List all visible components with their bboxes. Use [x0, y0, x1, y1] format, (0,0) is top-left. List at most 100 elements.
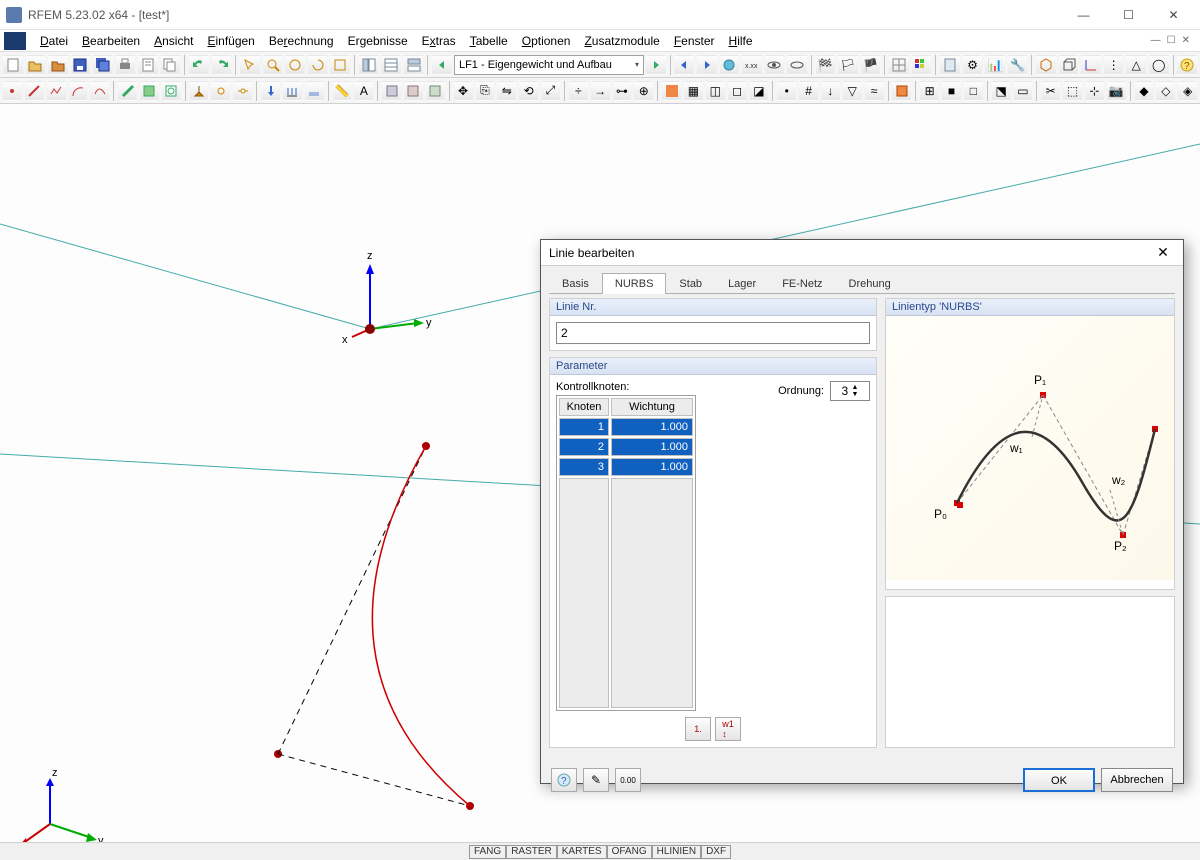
show-sup-icon[interactable]: ▽	[843, 81, 862, 101]
kontroll-table[interactable]: Knoten Wichtung 11.000 21.000 31.000	[556, 395, 696, 711]
sel-none-icon[interactable]: ◻	[728, 81, 747, 101]
tool-icon[interactable]: 🔧	[1008, 55, 1028, 75]
status-ofang[interactable]: OFANG	[607, 845, 652, 859]
surface-icon[interactable]	[140, 81, 159, 101]
clip-icon[interactable]: ✂	[1041, 81, 1060, 101]
new-icon[interactable]	[3, 55, 23, 75]
close-button[interactable]: ✕	[1151, 1, 1196, 29]
flag3-icon[interactable]: 🏴	[861, 55, 881, 75]
render-icon[interactable]	[892, 81, 911, 101]
cancel-button[interactable]: Abbrechen	[1101, 768, 1173, 792]
polyline-icon[interactable]	[47, 81, 66, 101]
tab-basis[interactable]: Basis	[549, 273, 602, 294]
next-icon[interactable]	[646, 55, 666, 75]
color-icon[interactable]	[912, 55, 932, 75]
help-icon[interactable]: ?	[1177, 55, 1197, 75]
menu-zusatzmodule[interactable]: Zusatzmodule	[578, 32, 665, 50]
globe-icon[interactable]	[720, 55, 740, 75]
solid-icon[interactable]: ■	[942, 81, 961, 101]
member-icon[interactable]	[118, 81, 137, 101]
status-raster[interactable]: RASTER	[506, 845, 557, 859]
menu-bearbeiten[interactable]: Bearbeiten	[76, 32, 146, 50]
report-icon[interactable]	[138, 55, 158, 75]
cam-icon[interactable]: 📷	[1107, 81, 1126, 101]
misc1-icon[interactable]: ◆	[1135, 81, 1154, 101]
prev2-icon[interactable]	[674, 55, 694, 75]
show-num-icon[interactable]: #	[799, 81, 818, 101]
ok-button[interactable]: OK	[1023, 768, 1095, 792]
spinner-arrows-icon[interactable]: ▲▼	[852, 384, 859, 398]
menu-fenster[interactable]: Fenster	[668, 32, 721, 50]
viewport-3d[interactable]: z y x z y	[0, 104, 1200, 842]
pan-icon[interactable]	[285, 55, 305, 75]
text-icon[interactable]: A	[354, 81, 373, 101]
grid-icon[interactable]	[889, 55, 909, 75]
opening-icon[interactable]	[162, 81, 181, 101]
reset-weights-icon[interactable]: w1↕	[715, 717, 741, 741]
status-kartes[interactable]: KARTES	[557, 845, 607, 859]
menu-tabelle[interactable]: Tabelle	[464, 32, 514, 50]
menu-ansicht[interactable]: Ansicht	[148, 32, 199, 50]
status-fang[interactable]: FANG	[469, 845, 506, 859]
box1-icon[interactable]	[382, 81, 401, 101]
linie-nr-input[interactable]	[556, 322, 870, 344]
ordnung-spinner[interactable]: 3 ▲▼	[830, 381, 870, 401]
select-icon[interactable]	[240, 55, 260, 75]
extend-icon[interactable]: →	[591, 81, 610, 101]
mdi-window-controls[interactable]: —☐✕	[1149, 35, 1196, 46]
menu-berechnung[interactable]: Berechnung	[263, 32, 340, 50]
ortho-icon[interactable]: ▭	[1014, 81, 1033, 101]
hinge-icon[interactable]	[211, 81, 230, 101]
divide-icon[interactable]: ÷	[569, 81, 588, 101]
cone-icon[interactable]: △	[1126, 55, 1146, 75]
menu-optionen[interactable]: Optionen	[516, 32, 577, 50]
ucs-icon[interactable]: ⊹	[1085, 81, 1104, 101]
dialog-titlebar[interactable]: Linie bearbeiten ✕	[541, 240, 1183, 266]
flag-icon[interactable]: 🏁	[816, 55, 836, 75]
menu-hilfe[interactable]: Hilfe	[723, 32, 759, 50]
open-icon[interactable]	[26, 55, 46, 75]
xxx-icon[interactable]: x.xx	[742, 55, 762, 75]
trans-icon[interactable]: □	[964, 81, 983, 101]
ring-icon[interactable]: ◯	[1149, 55, 1169, 75]
copy-icon[interactable]	[161, 55, 181, 75]
line-icon[interactable]	[25, 81, 44, 101]
wire-icon[interactable]: ⊞	[920, 81, 939, 101]
panel-icon[interactable]	[404, 55, 424, 75]
load-line-icon[interactable]	[283, 81, 302, 101]
undo-icon[interactable]	[189, 55, 209, 75]
arc-icon[interactable]	[69, 81, 88, 101]
eye-icon[interactable]	[765, 55, 785, 75]
rotate2-icon[interactable]: ⟲	[519, 81, 538, 101]
tab-fe-netz[interactable]: FE-Netz	[769, 273, 835, 294]
move-icon[interactable]: ✥	[454, 81, 473, 101]
table-icon[interactable]	[381, 55, 401, 75]
join-icon[interactable]: ⊕	[634, 81, 653, 101]
show-res-icon[interactable]: ≈	[865, 81, 884, 101]
renumber-icon[interactable]: 1.	[685, 717, 711, 741]
open-project-icon[interactable]	[48, 55, 68, 75]
status-hlinien[interactable]: HLINIEN	[652, 845, 701, 859]
release-icon[interactable]	[233, 81, 252, 101]
help-dialog-icon[interactable]: ?	[551, 768, 577, 792]
show-loads-icon[interactable]: ↓	[821, 81, 840, 101]
minimize-button[interactable]: —	[1061, 1, 1106, 29]
eye2-icon[interactable]	[787, 55, 807, 75]
axes-icon[interactable]	[1081, 55, 1101, 75]
mirror-icon[interactable]: ⇋	[497, 81, 516, 101]
navigator-icon[interactable]	[359, 55, 379, 75]
cube-icon[interactable]	[1059, 55, 1079, 75]
support-icon[interactable]	[190, 81, 209, 101]
tab-stab[interactable]: Stab	[666, 273, 715, 294]
next2-icon[interactable]	[697, 55, 717, 75]
workplane-icon[interactable]: ⬚	[1063, 81, 1082, 101]
edit-dialog-icon[interactable]: ✎	[583, 768, 609, 792]
save-all-icon[interactable]	[93, 55, 113, 75]
tab-drehung[interactable]: Drehung	[836, 273, 904, 294]
box2-icon[interactable]	[404, 81, 423, 101]
units-dialog-icon[interactable]: 0.00	[615, 768, 641, 792]
load-surface-icon[interactable]	[305, 81, 324, 101]
filter-icon[interactable]	[662, 81, 681, 101]
node-icon[interactable]	[3, 81, 22, 101]
menu-datei[interactable]: Datei	[34, 32, 74, 50]
